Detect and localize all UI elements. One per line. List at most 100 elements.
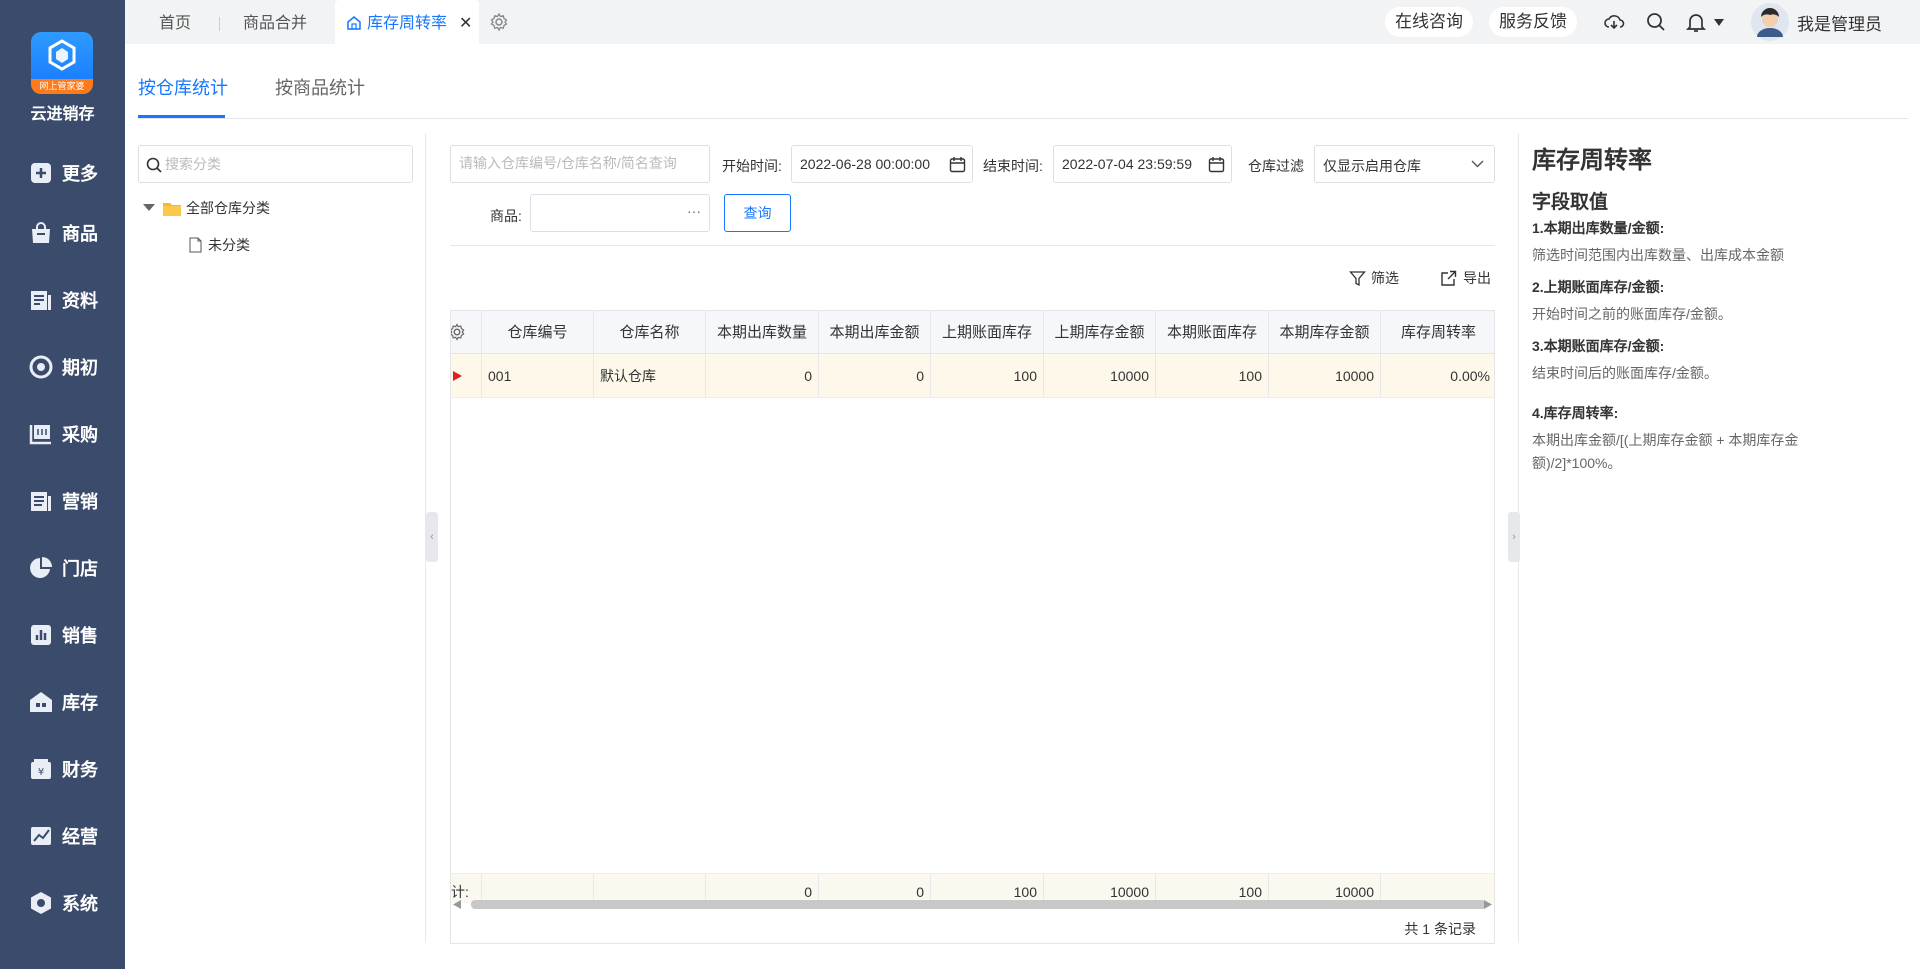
help-text: 开始时间之前的账面库存/金额。 xyxy=(1532,306,1732,322)
sidebar-item-label: 库存 xyxy=(62,693,98,713)
collapse-left-handle[interactable]: ‹ xyxy=(426,512,438,562)
export-icon xyxy=(1441,270,1457,286)
help-text: 结束时间后的账面库存/金额。 xyxy=(1532,365,1718,381)
warehouse-filter-select[interactable]: 仅显示启用仓库 xyxy=(1314,145,1495,183)
filter-button[interactable]: 筛选 xyxy=(1349,268,1399,288)
sidebar-item-label: 期初 xyxy=(62,358,98,378)
calendar-icon[interactable] xyxy=(1208,156,1225,173)
calendar-icon[interactable] xyxy=(949,156,966,173)
horizontal-scrollbar[interactable] xyxy=(471,900,1486,909)
sidebar-item-marketing[interactable]: 营销 xyxy=(0,476,125,526)
search-icon xyxy=(146,157,162,173)
help-heading: 4.库存周转率: xyxy=(1532,405,1619,421)
column-header[interactable]: 仓库名称 xyxy=(594,311,706,353)
totals-cell: 100 xyxy=(931,874,1044,903)
sidebar-item-label: 系统 xyxy=(62,894,98,914)
tree-node-root[interactable]: 全部仓库分类 xyxy=(143,198,270,218)
caret-down-icon[interactable] xyxy=(143,203,155,213)
column-header[interactable]: 库存周转率 xyxy=(1381,311,1494,353)
start-time-value: 2022-06-28 00:00:00 xyxy=(800,156,930,172)
column-header[interactable]: 本期账面库存 xyxy=(1156,311,1269,353)
sidebar-item-purchase[interactable]: 采购 xyxy=(0,409,125,459)
scroll-right-icon[interactable] xyxy=(1484,900,1492,909)
column-header[interactable]: 仓库编号 xyxy=(482,311,594,353)
bell-icon[interactable] xyxy=(1685,11,1707,33)
svg-text:¥: ¥ xyxy=(38,767,44,778)
gear-icon[interactable] xyxy=(489,12,509,32)
subtab-by-product[interactable]: 按商品统计 xyxy=(275,74,365,100)
start-time-label: 开始时间: xyxy=(722,158,782,174)
cart-icon xyxy=(29,425,51,445)
product-picker-field[interactable]: ··· xyxy=(530,194,710,232)
column-header[interactable]: 本期出库金额 xyxy=(819,311,931,353)
help-subtitle: 字段取值 xyxy=(1532,192,1609,213)
start-time-field[interactable]: 2022-06-28 00:00:00 xyxy=(791,145,973,183)
column-header[interactable]: 上期库存金额 xyxy=(1044,311,1156,353)
gear-icon[interactable] xyxy=(450,323,466,341)
totals-cell: 10000 xyxy=(1044,874,1156,903)
sidebar-item-data[interactable]: 资料 xyxy=(0,275,125,325)
sidebar-item-label: 销售 xyxy=(62,626,98,646)
online-consult-button[interactable]: 在线咨询 xyxy=(1385,7,1473,37)
sidebar-item-finance[interactable]: ¥ 财务 xyxy=(0,744,125,794)
sidebar-item-label: 更多 xyxy=(62,164,98,184)
warehouse-keyword-field[interactable] xyxy=(450,145,710,183)
help-heading: 2.上期账面库存/金额: xyxy=(1532,279,1665,295)
user-name[interactable]: 我是管理员 xyxy=(1797,10,1882,35)
end-time-label: 结束时间: xyxy=(983,158,1043,174)
help-heading: 3.本期账面库存/金额: xyxy=(1532,338,1665,354)
end-time-field[interactable]: 2022-07-04 23:59:59 xyxy=(1053,145,1232,183)
divider xyxy=(138,118,1908,119)
play-arrow-icon xyxy=(453,371,462,381)
feedback-button[interactable]: 服务反馈 xyxy=(1489,7,1577,37)
sidebar-item-operations[interactable]: 经营 xyxy=(0,811,125,861)
help-text: 本期出库金额/[(上期库存金额 + 本期库存金额)/2]*100%。 xyxy=(1532,432,1799,471)
logo-badge: 网上管家婆 xyxy=(31,79,93,94)
more-icon[interactable]: ··· xyxy=(687,203,701,219)
warehouse-tab-icon xyxy=(347,16,361,30)
category-search-input[interactable] xyxy=(165,154,405,174)
tab-label: 库存周转率 xyxy=(367,15,448,32)
query-button[interactable]: 查询 xyxy=(724,194,791,232)
tab-inventory-turnover[interactable]: 库存周转率 ✕ xyxy=(335,0,479,44)
sidebar-item-label: 财务 xyxy=(62,760,98,780)
tree-node-label: 全部仓库分类 xyxy=(186,200,270,216)
warehouse-keyword-input[interactable] xyxy=(459,155,692,171)
sidebar-item-sales[interactable]: 销售 xyxy=(0,610,125,660)
sidebar-item-label: 采购 xyxy=(62,425,98,445)
sidebar-item-label: 资料 xyxy=(62,291,98,311)
scroll-left-icon[interactable] xyxy=(453,900,461,909)
subtab-by-warehouse[interactable]: 按仓库统计 xyxy=(138,74,228,100)
cloud-download-icon[interactable] xyxy=(1603,11,1625,33)
avatar[interactable] xyxy=(1751,3,1789,41)
table-row[interactable]: 001 默认仓库 0 0 100 10000 100 10000 0.00% xyxy=(451,354,1494,398)
app-logo[interactable]: 网上管家婆 云进销存 xyxy=(0,0,125,125)
collapse-right-handle[interactable]: › xyxy=(1508,512,1520,562)
sidebar-item-opening[interactable]: 期初 xyxy=(0,342,125,392)
tab-product-merge[interactable]: 商品合并 xyxy=(243,0,307,44)
export-button[interactable]: 导出 xyxy=(1440,268,1491,288)
search-icon[interactable] xyxy=(1645,11,1667,33)
tree-node-uncategorized[interactable]: 未分类 xyxy=(189,235,250,255)
close-icon[interactable]: ✕ xyxy=(459,0,472,48)
totals-cell xyxy=(594,874,706,903)
column-header[interactable]: 本期库存金额 xyxy=(1269,311,1381,353)
column-settings-cell[interactable] xyxy=(451,311,482,353)
sidebar-item-system[interactable]: 系统 xyxy=(0,878,125,928)
column-header[interactable]: 本期出库数量 xyxy=(706,311,819,353)
warehouse-filter-value: 仅显示启用仓库 xyxy=(1323,158,1421,174)
sidebar-item-stores[interactable]: 门店 xyxy=(0,543,125,593)
caret-down-icon[interactable] xyxy=(1714,19,1724,26)
category-search-field[interactable] xyxy=(138,145,413,183)
warehouse-filter-label: 仓库过滤 xyxy=(1248,158,1304,174)
column-header[interactable]: 上期账面库存 xyxy=(931,311,1044,353)
folder-icon xyxy=(163,202,181,216)
chevron-down-icon xyxy=(1471,160,1484,168)
marketing-icon xyxy=(31,492,51,511)
sidebar-item-products[interactable]: 商品 xyxy=(0,208,125,258)
sidebar-item-more[interactable]: 更多 xyxy=(0,148,125,198)
table-cell: 001 xyxy=(482,354,594,397)
sidebar-item-inventory[interactable]: 库存 xyxy=(0,677,125,727)
tab-home[interactable]: 首页 xyxy=(159,0,191,44)
table-cell: 0 xyxy=(819,354,931,397)
